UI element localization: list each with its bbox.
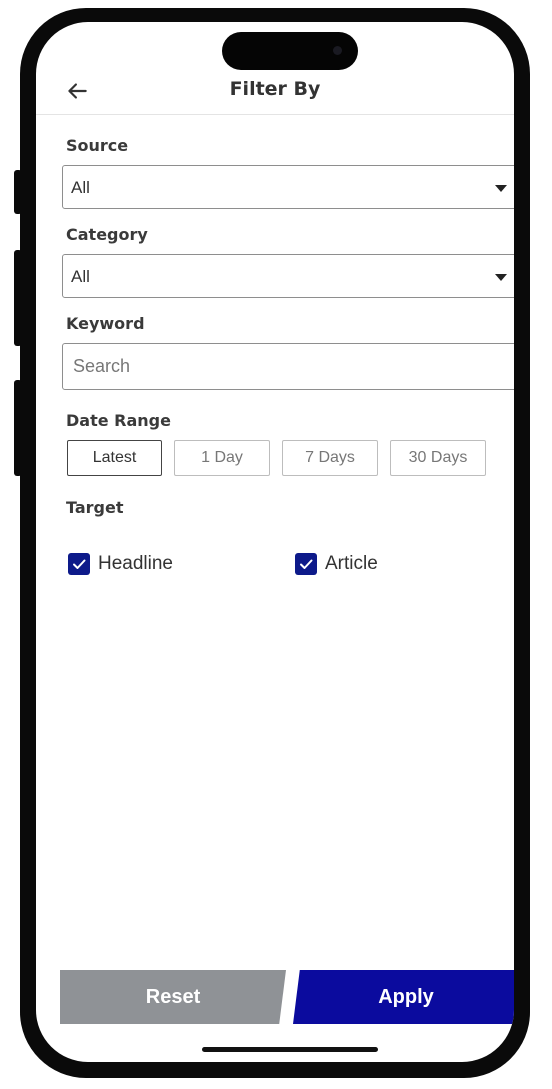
article-checkbox[interactable]: Article <box>295 552 425 576</box>
target-label: Target <box>66 498 124 517</box>
header: Filter By <box>36 74 514 114</box>
checkbox-checked-icon <box>68 553 90 575</box>
volume-down-button <box>14 380 22 476</box>
keyword-label: Keyword <box>66 314 145 333</box>
date-range-label: Date Range <box>66 411 171 430</box>
chevron-down-icon <box>495 274 507 281</box>
volume-up-button <box>14 250 22 346</box>
headline-label: Headline <box>98 553 173 574</box>
screen: Filter By Source All Category All Keywor… <box>36 22 514 1062</box>
date-chip-30-days[interactable]: 30 Days <box>390 440 486 476</box>
source-label: Source <box>66 136 129 155</box>
dynamic-island <box>222 32 358 70</box>
category-select[interactable]: All <box>62 254 514 298</box>
home-indicator[interactable] <box>202 1047 378 1052</box>
date-chip-1-day[interactable]: 1 Day <box>174 440 270 476</box>
source-select[interactable]: All <box>62 165 514 209</box>
camera-icon <box>333 46 342 55</box>
headline-checkbox[interactable]: Headline <box>68 552 218 576</box>
chevron-down-icon <box>495 185 507 192</box>
apply-label: Apply <box>378 986 434 1008</box>
reset-button[interactable]: Reset <box>60 970 286 1024</box>
source-value: All <box>71 178 90 197</box>
page-title: Filter By <box>229 78 321 100</box>
apply-button[interactable]: Apply <box>293 970 514 1024</box>
article-label: Article <box>325 553 378 574</box>
date-chip-7-days[interactable]: 7 Days <box>282 440 378 476</box>
search-input[interactable] <box>63 344 514 389</box>
category-label: Category <box>66 225 148 244</box>
action-button <box>14 170 22 214</box>
date-chip-latest[interactable]: Latest <box>67 440 162 476</box>
reset-label: Reset <box>145 986 201 1008</box>
header-divider <box>36 114 514 115</box>
keyword-field[interactable] <box>62 343 514 390</box>
category-value: All <box>71 267 90 286</box>
checkbox-checked-icon <box>295 553 317 575</box>
